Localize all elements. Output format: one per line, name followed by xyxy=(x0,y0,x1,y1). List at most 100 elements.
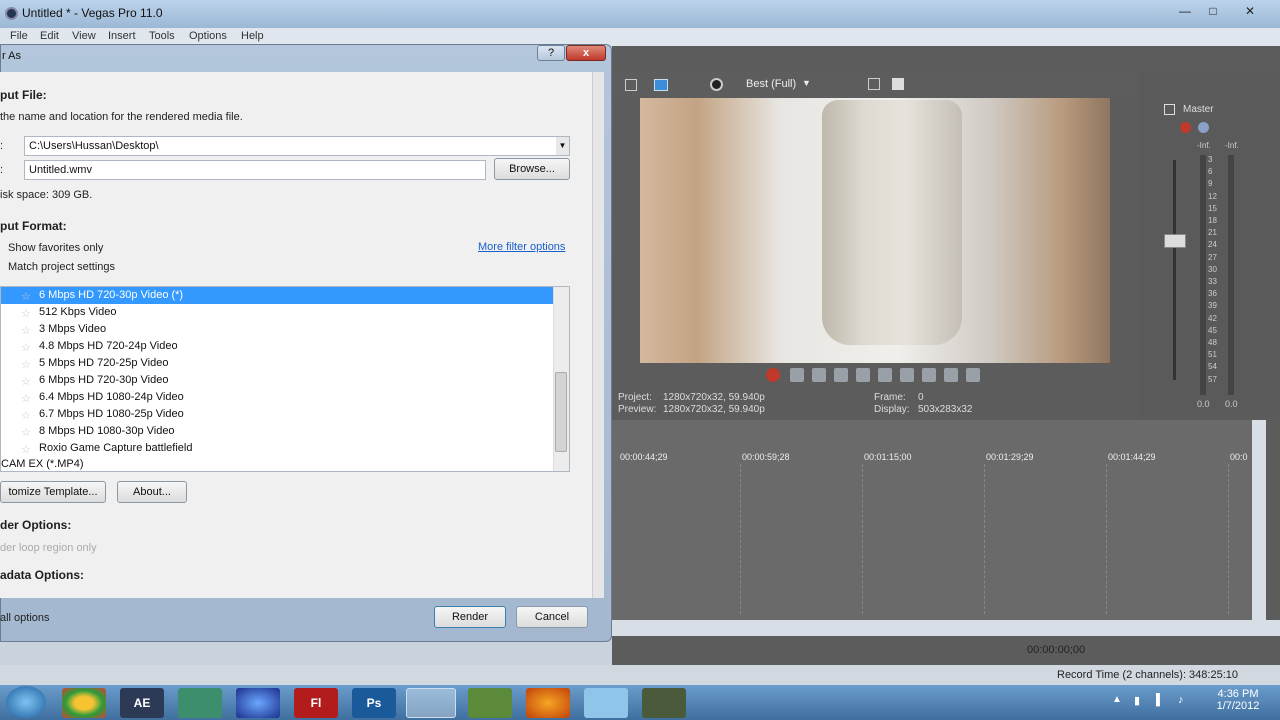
notes-icon[interactable] xyxy=(584,688,628,718)
browse-button[interactable]: Browse... xyxy=(494,158,570,180)
timeline-vscroll[interactable] xyxy=(1252,420,1266,620)
overlay-icon[interactable] xyxy=(710,78,723,91)
app-titlebar xyxy=(0,0,1280,28)
start-button[interactable] xyxy=(6,686,46,718)
file-name-field[interactable]: Untitled.wmv xyxy=(24,160,486,180)
dialog-scrollbar[interactable] xyxy=(592,72,604,598)
maximize-button[interactable]: □ xyxy=(1200,2,1226,20)
photoshop-icon[interactable]: Ps xyxy=(352,688,396,718)
render-loop-checkbox[interactable]: der loop region only xyxy=(0,542,97,554)
previous-frame-icon[interactable] xyxy=(944,368,958,382)
pause-icon[interactable] xyxy=(856,368,870,382)
vegas-taskbar-icon[interactable] xyxy=(406,688,456,718)
folder-field[interactable]: C:\Users\Hussan\Desktop\ xyxy=(24,136,570,156)
render-button[interactable]: Render xyxy=(434,606,506,628)
taskbar-clock[interactable]: 4:36 PM 1/7/2012 xyxy=(1210,688,1266,712)
stop-icon[interactable] xyxy=(878,368,892,382)
loop-icon[interactable] xyxy=(790,368,804,382)
minimize-button[interactable]: — xyxy=(1172,2,1198,20)
master-title: Master xyxy=(1183,104,1214,115)
save-snapshot-icon[interactable] xyxy=(892,78,904,90)
menu-tools[interactable]: Tools xyxy=(149,30,175,42)
more-filter-options-link[interactable]: More filter options xyxy=(478,241,565,253)
project-label: Project: xyxy=(618,392,652,403)
app-close-button[interactable]: ✕ xyxy=(1228,2,1272,20)
next-frame-icon[interactable] xyxy=(966,368,980,382)
go-to-end-icon[interactable] xyxy=(922,368,936,382)
play-icon[interactable] xyxy=(834,368,848,382)
fx-icon[interactable] xyxy=(1180,122,1191,133)
list-item[interactable]: ☆ 8 Mbps HD 1080-30p Video xyxy=(1,423,553,440)
show-favorites-checkbox[interactable]: Show favorites only xyxy=(8,242,103,254)
ruler-tick: 00:00:44;29 xyxy=(620,452,668,462)
ruler-tick: 00:00:59;28 xyxy=(742,452,790,462)
list-item[interactable]: ☆ 6 Mbps HD 720-30p Video xyxy=(1,372,553,389)
signal-icon[interactable]: ▌ xyxy=(1156,694,1164,706)
menu-help[interactable]: Help xyxy=(241,30,264,42)
master-fader[interactable] xyxy=(1164,234,1186,248)
play-from-start-icon[interactable] xyxy=(812,368,826,382)
after-effects-icon[interactable]: AE xyxy=(120,688,164,718)
firefox-icon[interactable] xyxy=(526,688,570,718)
meter-left xyxy=(1200,155,1206,395)
dialog-close-button[interactable]: x xyxy=(566,45,606,61)
tray-chevron-icon[interactable]: ▲ xyxy=(1112,694,1122,705)
menu-file[interactable]: File xyxy=(10,30,28,42)
project-value: 1280x720x32, 59.940p xyxy=(663,392,765,403)
show-all-options-toggle[interactable]: all options xyxy=(0,612,50,624)
dialog-help-button[interactable]: ? xyxy=(537,45,565,61)
preview-quality-select[interactable]: Best (Full) xyxy=(746,78,796,90)
chevron-down-icon[interactable]: ▼ xyxy=(802,78,811,88)
meter-scale-label: 18 xyxy=(1208,216,1217,225)
list-item[interactable]: ☆ 5 Mbps HD 720-25p Video xyxy=(1,355,553,372)
flash-icon[interactable]: Fl xyxy=(294,688,338,718)
list-item[interactable]: ☆ 512 Kbps Video xyxy=(1,304,553,321)
timeline-ruler xyxy=(612,450,1252,464)
list-item[interactable]: ☆ 3 Mbps Video xyxy=(1,321,553,338)
volume-icon[interactable]: ♪ xyxy=(1178,694,1184,706)
external-monitor-icon[interactable] xyxy=(654,79,668,91)
match-project-checkbox[interactable]: Match project settings xyxy=(8,261,115,273)
display-label: Display: xyxy=(874,404,910,415)
mute-icon[interactable] xyxy=(1198,122,1209,133)
meter-scale-label: 9 xyxy=(1208,179,1213,189)
list-item[interactable]: ☆ 4.8 Mbps HD 720-24p Video xyxy=(1,338,553,355)
globe-icon[interactable] xyxy=(236,688,280,718)
timecode-display: 00:00:00;00 xyxy=(1027,644,1086,656)
about-button[interactable]: About... xyxy=(117,481,187,503)
grid-line xyxy=(1228,464,1229,614)
meter-scale-label: 30 xyxy=(1208,264,1217,274)
output-format-heading: put Format: xyxy=(0,219,67,233)
list-scroll-thumb[interactable] xyxy=(555,372,567,452)
app-icon[interactable] xyxy=(178,688,222,718)
dialog-title: r As xyxy=(2,50,21,62)
copy-snapshot-icon[interactable] xyxy=(868,78,880,90)
fader-track xyxy=(1173,160,1176,380)
chrome-icon[interactable] xyxy=(62,688,106,718)
tool-icon[interactable] xyxy=(642,688,686,718)
list-item[interactable]: ☆ Roxio Game Capture battlefield xyxy=(1,440,553,457)
list-item[interactable]: ☆ 6 Mbps HD 720-30p Video (*) xyxy=(1,287,553,304)
menu-options[interactable]: Options xyxy=(189,30,227,42)
meter-scale-label: 39 xyxy=(1208,301,1217,311)
list-item[interactable]: ☆ 6.7 Mbps HD 1080-25p Video xyxy=(1,406,553,423)
minecraft-icon[interactable] xyxy=(468,688,512,718)
master-checkbox[interactable] xyxy=(1164,104,1175,115)
meter-scale-label: 24 xyxy=(1208,240,1217,250)
menu-view[interactable]: View xyxy=(72,30,96,42)
list-item[interactable]: ☆ 6.4 Mbps HD 1080-24p Video xyxy=(1,389,553,406)
menu-insert[interactable]: Insert xyxy=(108,30,136,42)
metadata-options-heading: adata Options: xyxy=(0,568,85,582)
display-value: 503x283x32 xyxy=(918,404,973,415)
inf-right: -Inf. xyxy=(1225,141,1239,150)
timeline-hscroll[interactable] xyxy=(612,620,1280,636)
record-icon[interactable] xyxy=(766,368,780,382)
cancel-button[interactable]: Cancel xyxy=(516,606,588,628)
menu-edit[interactable]: Edit xyxy=(40,30,59,42)
customize-template-button[interactable]: tomize Template... xyxy=(0,481,106,503)
preview-properties-icon[interactable] xyxy=(625,79,637,91)
chevron-down-icon[interactable]: ▼ xyxy=(556,137,569,155)
go-to-start-icon[interactable] xyxy=(900,368,914,382)
list-group-header[interactable]: CAM EX (*.MP4) xyxy=(1,456,553,473)
network-icon[interactable]: ▮ xyxy=(1134,694,1140,707)
